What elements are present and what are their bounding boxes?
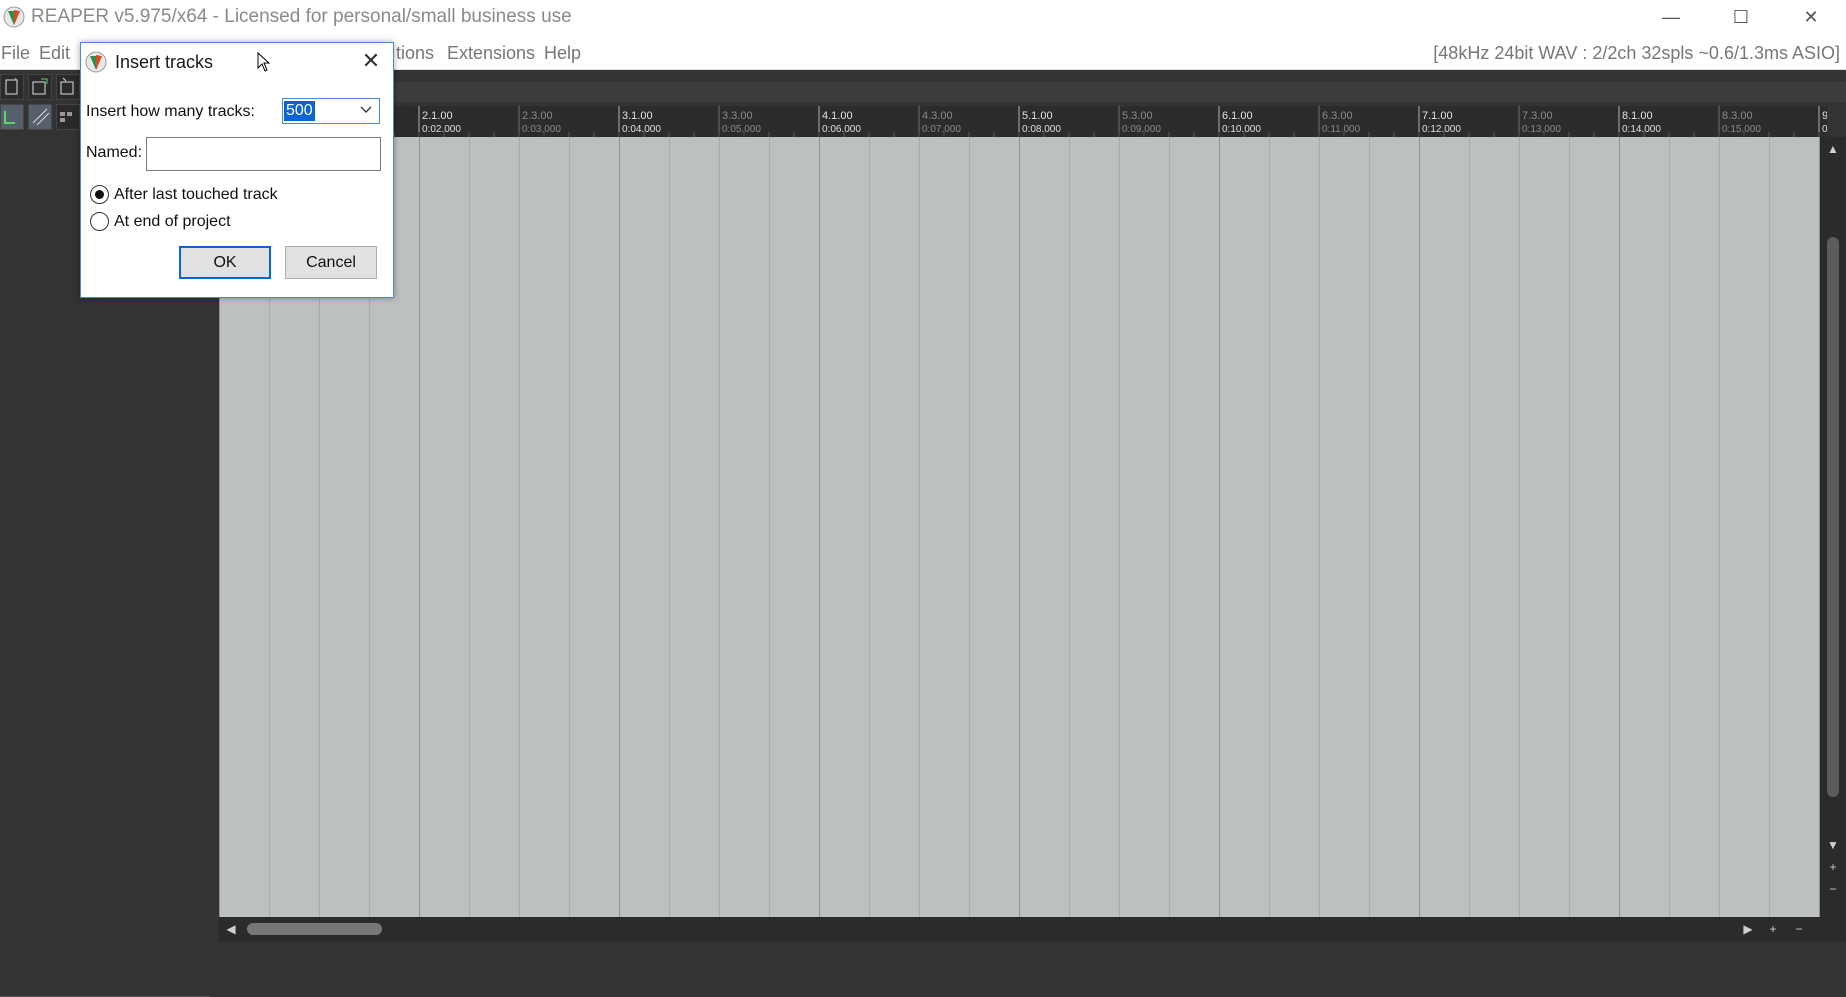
zoom-out-horizontal-icon[interactable]: − <box>1791 921 1807 937</box>
window-title: REAPER v5.975/x64 - Licensed for persona… <box>31 6 572 27</box>
ruler-time-label: 0:12.000 <box>1422 124 1461 135</box>
ruler-time-label: 0:13.000 <box>1522 124 1561 135</box>
ruler-beat-label: 9.1.0 <box>1822 110 1827 122</box>
ruler-beat-label: 5.1.00 <box>1022 110 1053 122</box>
ruler-beat-label: 6.1.00 <box>1222 110 1253 122</box>
ok-button[interactable]: OK <box>179 246 271 279</box>
track-count-value: 500 <box>284 101 315 121</box>
arrange-view[interactable]: 2.1.00 0:02.000 2.3.00 0:03.000 3.1.00 0:04.0… <box>219 70 1846 942</box>
close-icon: ✕ <box>361 48 381 73</box>
ruler-beat-label: 4.3.00 <box>922 110 953 122</box>
open-file-icon <box>32 78 48 95</box>
ruler-beat-label: 3.1.00 <box>622 110 653 122</box>
scroll-up-icon[interactable]: ▲ <box>1825 141 1841 157</box>
chevron-down-icon[interactable] <box>359 103 373 117</box>
dialog-title-bar[interactable]: Insert tracks <box>81 43 393 81</box>
scroll-right-icon[interactable]: ▶ <box>1740 921 1756 937</box>
menu-options[interactable]: tions <box>396 43 434 64</box>
maximize-icon: ☐ <box>1732 6 1750 27</box>
reaper-logo-icon <box>3 6 25 28</box>
maximize-button[interactable]: ☐ <box>1706 0 1776 34</box>
track-name-label: Named: <box>86 144 143 161</box>
mouse-cursor-icon <box>257 52 271 72</box>
ruler-beat-label: 6.3.00 <box>1322 110 1353 122</box>
ruler-beat-label: 2.1.00 <box>422 110 453 122</box>
ruler-beat-label: 5.3.00 <box>1122 110 1153 122</box>
menu-help[interactable]: Help <box>544 43 581 64</box>
ruler-time-label: 0:10.000 <box>1222 124 1261 135</box>
close-icon: ✕ <box>1803 6 1819 27</box>
marker-lane[interactable] <box>219 82 1846 102</box>
cancel-button[interactable]: Cancel <box>285 246 377 279</box>
vertical-scroll-thumb[interactable] <box>1827 237 1839 797</box>
ripple-edit-button[interactable] <box>0 104 24 130</box>
ruler-time-label: 0:16. <box>1822 124 1827 135</box>
new-file-icon <box>5 77 18 95</box>
insert-tracks-dialog: Insert tracks ✕ Insert how many tracks: … <box>80 42 394 298</box>
snap-icon <box>32 108 50 126</box>
ruler-time-label: 0:04.000 <box>622 124 661 135</box>
ruler-time-label: 0:11.000 <box>1322 124 1361 135</box>
horizontal-scrollbar[interactable]: ◀ ▶ + − <box>219 917 1846 942</box>
zoom-in-vertical-icon[interactable]: + <box>1825 859 1841 875</box>
ruler-time-label: 0:05.000 <box>722 124 761 135</box>
at-end-of-project-label[interactable]: At end of project <box>114 213 231 231</box>
scroll-left-icon[interactable]: ◀ <box>223 921 239 937</box>
save-icon <box>60 77 74 95</box>
ripple-icon <box>4 111 15 124</box>
radio-selected-indicator <box>95 190 104 199</box>
open-project-button[interactable] <box>28 74 52 100</box>
menu-extensions[interactable]: Extensions <box>447 43 535 64</box>
horizontal-scroll-thumb[interactable] <box>247 923 382 935</box>
ruler-beat-label: 7.3.00 <box>1522 110 1553 122</box>
vertical-scrollbar[interactable]: ▲ ▼ + − <box>1820 137 1846 917</box>
grid-snap-button[interactable] <box>28 104 52 130</box>
window-controls: — ☐ ✕ <box>1636 0 1846 34</box>
dialog-title: Insert tracks <box>115 51 214 72</box>
ruler-time-label: 0:06.000 <box>822 124 861 135</box>
ruler-beat-label: 7.1.00 <box>1422 110 1453 122</box>
ruler-beat-label: 2.3.00 <box>522 110 553 122</box>
minimize-icon: — <box>1662 6 1680 27</box>
ruler-time-label: 0:14.000 <box>1622 124 1661 135</box>
track-count-label: Insert how many tracks: <box>86 103 255 120</box>
dialog-close-button[interactable]: ✕ <box>359 48 383 73</box>
item-grouping-button[interactable] <box>56 104 80 130</box>
track-name-input[interactable] <box>146 137 381 171</box>
ruler-time-label: 0:02.000 <box>422 124 461 135</box>
zoom-out-vertical-icon[interactable]: − <box>1825 881 1841 897</box>
ruler-time-label: 0:15.000 <box>1722 124 1761 135</box>
ruler-beat-label: 3.3.00 <box>722 110 753 122</box>
ruler-beat-label: 8.1.00 <box>1622 110 1653 122</box>
minimize-button[interactable]: — <box>1636 0 1706 34</box>
scroll-down-icon[interactable]: ▼ <box>1825 837 1841 853</box>
timeline-ruler[interactable]: 2.1.00 0:02.000 2.3.00 0:03.000 3.1.00 0:04.0… <box>219 106 1827 137</box>
new-project-button[interactable] <box>0 74 24 100</box>
menu-edit[interactable]: Edit <box>39 43 70 64</box>
audio-status: [48kHz 24bit WAV : 2/2ch 32spls ~0.6/1.3… <box>1433 43 1840 63</box>
menu-file[interactable]: File <box>1 43 30 64</box>
at-end-of-project-radio[interactable] <box>90 212 109 231</box>
ruler-time-label: 0:03.000 <box>522 124 561 135</box>
track-area[interactable] <box>219 137 1820 917</box>
reaper-logo-icon <box>85 51 107 73</box>
ruler-time-label: 0:07.000 <box>922 124 961 135</box>
grid-icon <box>60 112 72 122</box>
close-window-button[interactable]: ✕ <box>1776 0 1846 34</box>
after-last-touched-radio[interactable] <box>90 185 109 204</box>
save-project-button[interactable] <box>56 74 80 100</box>
after-last-touched-label[interactable]: After last touched track <box>114 186 278 204</box>
track-count-combobox[interactable]: 500 <box>282 98 380 124</box>
ruler-beat-label: 4.1.00 <box>822 110 853 122</box>
timeline-grid <box>219 137 1820 917</box>
title-bar: REAPER v5.975/x64 - Licensed for persona… <box>0 0 1846 34</box>
ruler-time-label: 0:08.000 <box>1022 124 1061 135</box>
zoom-in-horizontal-icon[interactable]: + <box>1765 921 1781 937</box>
ruler-beat-label: 8.3.00 <box>1722 110 1753 122</box>
ruler-time-label: 0:09.000 <box>1122 124 1161 135</box>
